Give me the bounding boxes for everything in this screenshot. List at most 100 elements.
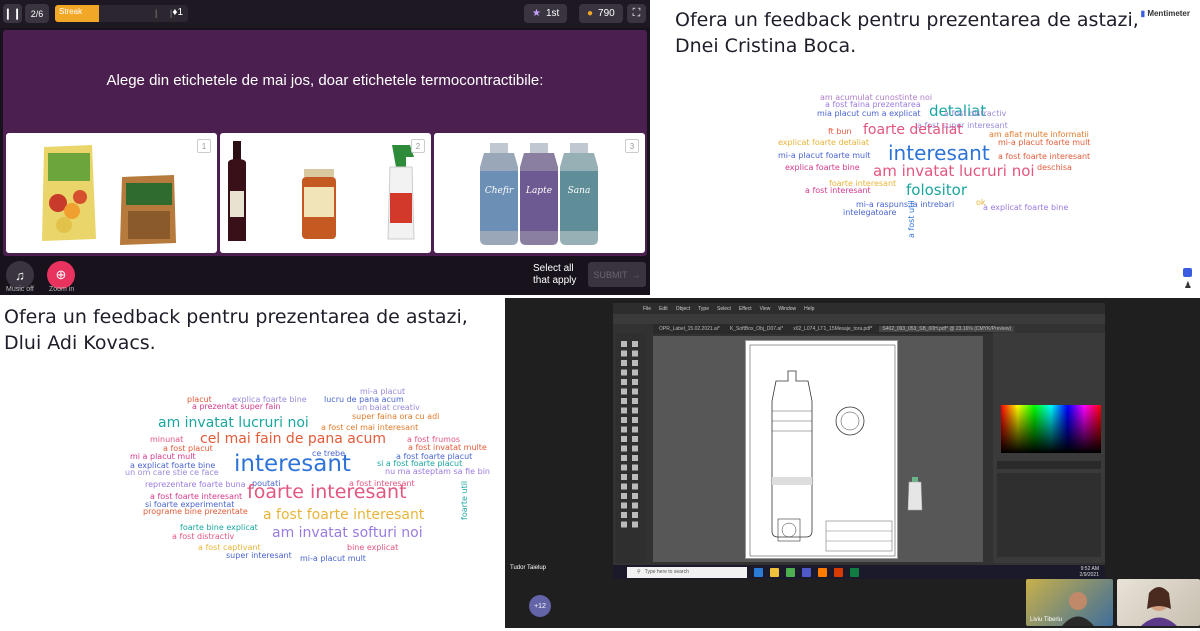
document-info-tabs[interactable] <box>997 461 1101 469</box>
tool-icon[interactable] <box>621 407 627 414</box>
submit-button[interactable]: SUBMIT → <box>588 262 646 287</box>
tool-icon[interactable] <box>621 521 627 528</box>
more-participants-badge[interactable]: +12 <box>529 595 551 617</box>
taskbar-search[interactable]: ⚲ Type here to search <box>627 566 747 578</box>
tool-icon[interactable] <box>632 483 638 490</box>
color-panel[interactable] <box>993 333 1105 563</box>
tool-icon[interactable] <box>621 388 627 395</box>
tool-icon[interactable] <box>621 502 627 509</box>
tool-icon[interactable] <box>621 341 627 347</box>
tool-icon[interactable] <box>621 369 627 376</box>
menu-item[interactable]: View <box>760 306 771 312</box>
edge-icon[interactable] <box>754 567 763 577</box>
menu-item[interactable]: Type <box>698 306 709 312</box>
title-line-1: Ofera un feedback pentru prezentarea de … <box>4 306 468 328</box>
bottle-drawing <box>749 344 896 557</box>
menu-item[interactable]: Help <box>804 306 814 312</box>
tool-icon[interactable] <box>621 436 627 442</box>
fullscreen-button[interactable]: ⛶ <box>627 4 646 23</box>
title-line-1: Ofera un feedback pentru prezentarea de … <box>675 9 1139 31</box>
tool-icon[interactable] <box>621 445 627 452</box>
tool-icon[interactable] <box>632 436 638 442</box>
quiz-panel: ❙❙ 2/6 Streak | | ♦1 ★ 1st ● 790 ⛶ Alege… <box>0 0 650 295</box>
menu-item[interactable]: Object <box>676 306 690 312</box>
tool-icon[interactable] <box>632 379 638 385</box>
menu-item[interactable]: Window <box>778 306 796 312</box>
document-tab[interactable]: OPR_Label_15.02.2021.ai* <box>656 326 723 332</box>
menu-item[interactable]: Select <box>717 306 731 312</box>
music-toggle-button[interactable]: ♫ <box>6 261 34 289</box>
pause-icon: ❙❙ <box>3 8 22 20</box>
tool-icon[interactable] <box>621 398 627 404</box>
streak-count: ♦1 <box>172 7 183 18</box>
points-badge: ● 790 <box>579 4 623 23</box>
powerpoint-icon[interactable] <box>834 567 843 577</box>
tool-icon[interactable] <box>621 417 627 423</box>
menu-item[interactable]: Edit <box>659 306 668 312</box>
cloud-word: mi-a placut foarte mult <box>778 151 871 160</box>
explorer-icon[interactable] <box>770 567 779 577</box>
pause-button[interactable]: ❙❙ <box>3 4 22 23</box>
tool-icon[interactable] <box>621 464 627 471</box>
tool-icon[interactable] <box>621 350 627 357</box>
wine-sauce-spray-image <box>228 141 415 241</box>
bottle-lapte: Lapte <box>520 143 558 245</box>
tool-icon[interactable] <box>632 369 638 376</box>
tool-icon[interactable] <box>632 350 638 357</box>
tool-icon[interactable] <box>632 455 638 461</box>
cloud-word: a fost distractiv <box>944 109 1007 118</box>
tool-icon[interactable] <box>632 512 638 518</box>
tool-icon[interactable] <box>632 407 638 414</box>
cloud-word: mia placut cum a explicat <box>817 109 921 118</box>
artboard-canvas[interactable] <box>653 336 983 562</box>
tool-icon[interactable] <box>632 464 638 471</box>
select-all-line-1: Select all <box>533 263 574 274</box>
tool-icon[interactable] <box>621 379 627 385</box>
tool-icon[interactable] <box>632 502 638 509</box>
tool-icon[interactable] <box>632 341 638 347</box>
tool-icon[interactable] <box>621 512 627 518</box>
tool-icon[interactable] <box>632 493 638 499</box>
cloud-word: a fost invatat multe <box>408 443 487 452</box>
option-number: 3 <box>625 139 639 153</box>
document-tab[interactable]: S402_093_053_SB_00H.pdf* @ 23.16% (CMYK/… <box>879 326 1015 332</box>
cloud-word: bine explicat <box>347 543 399 552</box>
tool-icon[interactable] <box>621 426 627 433</box>
teams-icon[interactable] <box>802 567 811 577</box>
zoom-in-button[interactable]: ⊕ <box>47 261 75 289</box>
document-tab[interactable]: K_SoftBox_Obj_D07.ai* <box>727 326 786 332</box>
participant-video-1[interactable]: Liviu Tiberiu <box>1026 579 1113 626</box>
answer-option-3[interactable]: 3 Chefir Lapte Sana <box>434 133 645 253</box>
tool-icon[interactable] <box>632 474 638 480</box>
tool-icon[interactable] <box>632 426 638 433</box>
tool-icon[interactable] <box>621 474 627 480</box>
tools-panel[interactable] <box>616 333 646 563</box>
excel-icon[interactable] <box>850 567 859 577</box>
document-tab[interactable]: x02_L074_LT1_15Mesaje_tora.pdf* <box>790 326 875 332</box>
divider <box>650 0 665 298</box>
tool-icon[interactable] <box>632 398 638 404</box>
tool-icon[interactable] <box>621 493 627 499</box>
tool-icon[interactable] <box>632 521 638 528</box>
tool-icon[interactable] <box>621 455 627 461</box>
cloud-word: a prezentat super fain <box>192 402 281 411</box>
illustrator-icon[interactable] <box>818 567 827 577</box>
coins-icon: ● <box>587 8 594 19</box>
menu-item[interactable]: File <box>643 306 651 312</box>
menu-item[interactable]: Effect <box>739 306 752 312</box>
cloud-word: a fost foarte interesant <box>263 507 425 523</box>
tool-icon[interactable] <box>632 445 638 452</box>
tool-icon[interactable] <box>632 388 638 395</box>
cloud-word: super faina ora cu adi <box>352 412 440 421</box>
tool-icon[interactable] <box>621 483 627 490</box>
answer-option-2[interactable]: 2 <box>220 133 431 253</box>
cloud-word: explicat foarte detaliat <box>778 138 870 147</box>
color-spectrum[interactable] <box>1001 405 1101 453</box>
answer-option-1[interactable]: 1 <box>6 133 217 253</box>
tool-icon[interactable] <box>621 360 627 366</box>
chrome-icon[interactable] <box>786 567 795 577</box>
tool-icon[interactable] <box>632 360 638 366</box>
tool-icon[interactable] <box>632 417 638 423</box>
participant-video-2[interactable] <box>1117 579 1200 626</box>
cloud-word: a explicat foarte bine <box>983 203 1069 212</box>
